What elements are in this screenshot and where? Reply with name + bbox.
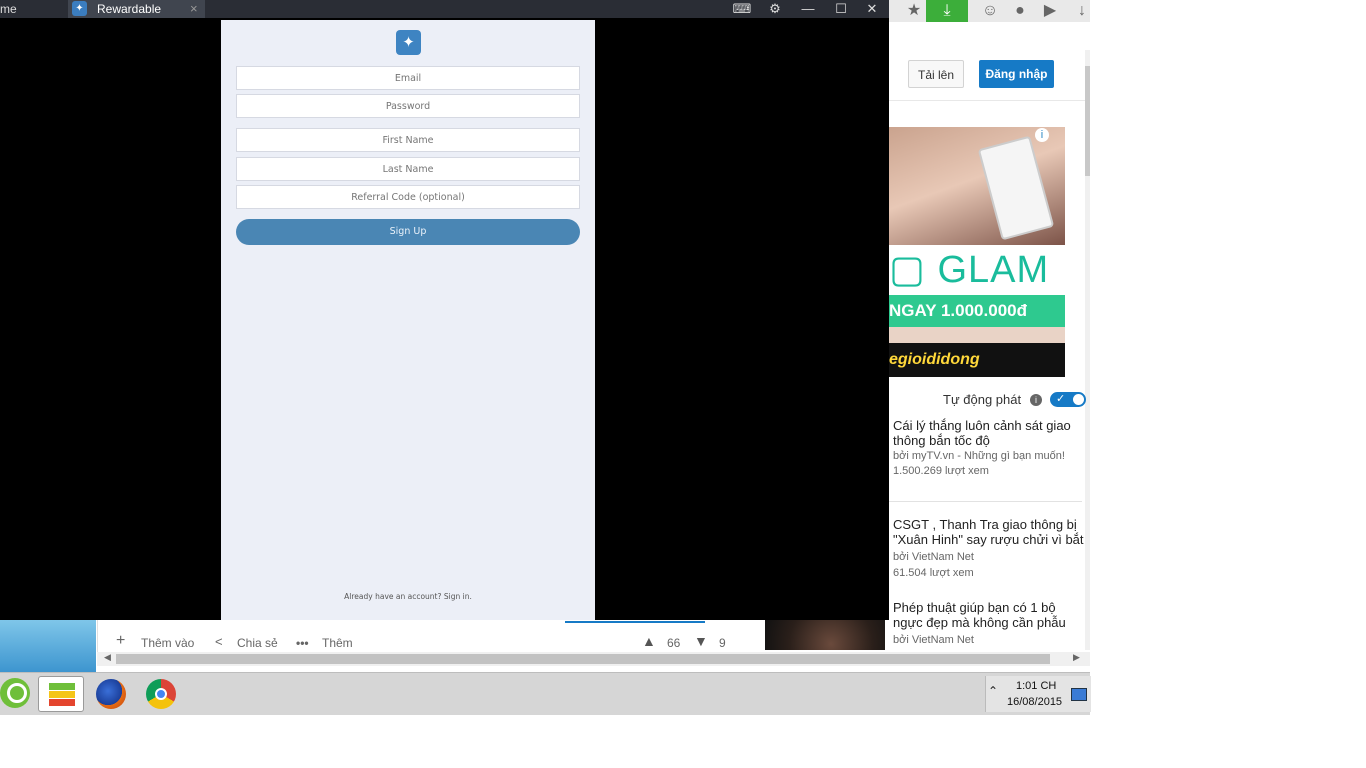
- email-input[interactable]: [236, 66, 580, 90]
- previous-tab[interactable]: me: [0, 0, 66, 18]
- like-icon[interactable]: ▲: [642, 633, 656, 649]
- rewardable-app-icon: ✦: [72, 1, 87, 16]
- last-name-input[interactable]: [236, 157, 580, 181]
- video-title[interactable]: Cái lý thắng luôn cảnh sát giao thông bắ…: [893, 418, 1085, 448]
- taskbar-chrome-button[interactable]: [138, 676, 184, 712]
- recommended-video-1[interactable]: Cái lý thắng luôn cảnh sát giao thông bắ…: [893, 418, 1085, 479]
- video-progress-bar[interactable]: [565, 621, 705, 623]
- firefox-icon: [96, 679, 126, 709]
- add-to-button[interactable]: Thêm vào: [141, 636, 194, 650]
- show-hidden-icons-chevron-icon[interactable]: ⌃: [988, 684, 998, 698]
- more-button[interactable]: Thêm: [322, 636, 353, 650]
- star-icon[interactable]: ★: [903, 0, 925, 22]
- tab-title: Rewardable: [97, 2, 162, 16]
- ad-promo-text: NGAY 1.000.000đ: [889, 295, 1065, 327]
- dislike-count: 9: [719, 636, 726, 650]
- more-icon[interactable]: •••: [296, 636, 309, 650]
- video-views: 1.500.269 lượt xem: [893, 465, 989, 477]
- check-icon: ✓: [1056, 393, 1066, 405]
- sign-up-button[interactable]: Sign Up: [236, 219, 580, 245]
- video-title[interactable]: CSGT , Thanh Tra giao thông bị "Xuân Hin…: [893, 517, 1085, 547]
- close-icon[interactable]: ✕: [861, 0, 883, 18]
- show-desktop-monitor-icon[interactable]: [1071, 688, 1087, 701]
- recommended-video-thumbnail[interactable]: [765, 620, 885, 650]
- share-icon[interactable]: <: [215, 634, 223, 649]
- sign-in-link[interactable]: Already have an account? Sign in.: [236, 592, 580, 601]
- taskbar-bluestacks-button[interactable]: [38, 676, 84, 712]
- vertical-scrollbar-thumb[interactable]: [1085, 66, 1090, 176]
- media-extension-icon[interactable]: ▶: [1039, 0, 1061, 22]
- chrome-icon: [146, 679, 176, 709]
- video-views: 61.504 lượt xem: [893, 567, 974, 579]
- cookie-icon[interactable]: ●: [1009, 0, 1031, 22]
- ad-info-icon[interactable]: i: [1035, 128, 1049, 142]
- like-count: 66: [667, 636, 681, 650]
- first-name-input[interactable]: [236, 128, 580, 152]
- browser-toolbar: ★ ⤓ ☺ ● ▶ ↓: [889, 0, 1090, 22]
- desktop-wallpaper: [0, 620, 96, 672]
- scroll-right-arrow-icon[interactable]: ▶: [1073, 652, 1080, 663]
- advertisement-banner[interactable]: i ▢ GLAM NGAY 1.000.000đ egioididong: [889, 127, 1065, 377]
- autoplay-toggle[interactable]: ✓: [1050, 392, 1086, 407]
- bluestacks-icon: [49, 683, 75, 690]
- minimize-icon[interactable]: —: [797, 0, 819, 18]
- rewardable-logo-icon: ✦: [396, 30, 421, 55]
- video-title[interactable]: Phép thuật giúp bạn có 1 bộ ngực đẹp mà …: [893, 600, 1085, 630]
- gamepad-icon[interactable]: ⌨: [731, 0, 753, 18]
- tab-close-icon[interactable]: ×: [190, 0, 198, 18]
- clock-date[interactable]: 16/08/2015: [1007, 696, 1062, 708]
- extension-robot-icon[interactable]: ☺: [979, 0, 1001, 22]
- recommended-video-3[interactable]: Phép thuật giúp bạn có 1 bộ ngực đẹp mà …: [893, 600, 1085, 648]
- horizontal-scrollbar-thumb[interactable]: [116, 654, 1050, 664]
- video-channel: bởi VietNam Net: [893, 634, 974, 646]
- download-manager-icon[interactable]: ⤓: [926, 0, 968, 22]
- clock-time[interactable]: 1:01 CH: [1016, 680, 1056, 692]
- share-button[interactable]: Chia sẻ: [237, 636, 278, 650]
- toggle-knob: [1073, 394, 1084, 405]
- sign-in-button[interactable]: Đăng nhập: [979, 60, 1054, 88]
- ad-glam-text: ▢ GLAM: [889, 245, 1065, 295]
- recommended-video-2[interactable]: CSGT , Thanh Tra giao thông bị "Xuân Hin…: [893, 517, 1085, 581]
- referral-code-input[interactable]: [236, 185, 580, 209]
- video-channel: bởi VietNam Net: [893, 551, 974, 563]
- scroll-left-arrow-icon[interactable]: ◀: [104, 652, 111, 663]
- ring-icon: [7, 683, 27, 703]
- video-channel: bởi myTV.vn - Những gì bạn muốn!: [893, 450, 1065, 462]
- maximize-icon[interactable]: ☐: [830, 0, 852, 18]
- divider: [889, 501, 1082, 502]
- password-input[interactable]: [236, 94, 580, 118]
- download-arrow-icon[interactable]: ↓: [1071, 0, 1093, 22]
- gear-icon[interactable]: ⚙: [764, 0, 786, 18]
- taskbar-firefox-button[interactable]: [90, 676, 136, 712]
- add-icon[interactable]: +: [116, 632, 125, 650]
- autoplay-label: Tự động phát: [943, 392, 1022, 407]
- ad-brand-text: egioididong: [889, 343, 1065, 377]
- taskbar-app-icon[interactable]: [0, 678, 30, 708]
- info-icon[interactable]: i: [1030, 394, 1042, 406]
- upload-button[interactable]: Tải lên: [908, 60, 964, 88]
- dislike-icon[interactable]: ▼: [694, 633, 708, 649]
